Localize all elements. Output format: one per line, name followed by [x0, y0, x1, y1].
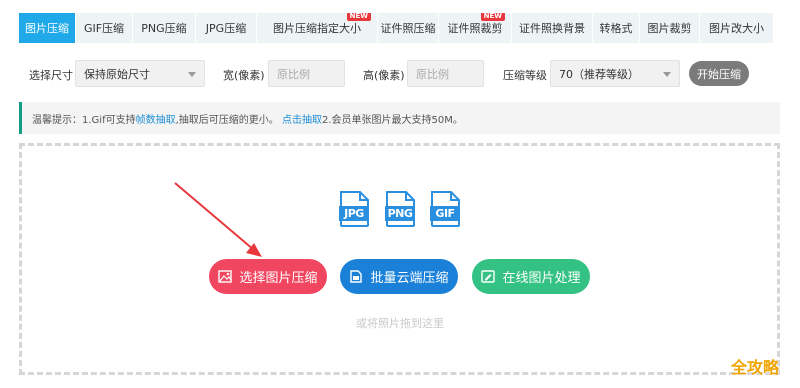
click-extract-link[interactable]: 点击抽取	[282, 111, 322, 126]
select-image-compress-button[interactable]: 选择图片压缩	[209, 259, 327, 294]
height-label: 高(像素)	[363, 69, 405, 82]
height-input[interactable]: 原比例	[407, 60, 484, 87]
compress-level-label: 压缩等级	[503, 69, 547, 82]
tool-tab-bar: 图片压缩 GIF压缩 PNG压缩 JPG压缩 图片压缩指定大小 NEW 证件照压缩…	[19, 13, 774, 43]
tab-label: 证件照换背景	[519, 22, 585, 35]
tab-label: 图片改大小	[709, 22, 764, 35]
width-placeholder: 原比例	[277, 67, 310, 81]
tab-gif-compress[interactable]: GIF压缩	[76, 13, 132, 43]
tab-label: GIF压缩	[83, 22, 125, 35]
png-label: PNG	[387, 207, 413, 220]
compress-level-value: 70（推荐等级）	[559, 67, 639, 81]
notice-prefix: 温馨提示：1.Gif可支持	[32, 114, 136, 126]
tab-convert-format[interactable]: 转格式	[593, 13, 639, 43]
batch-cloud-compress-label: 批量云端压缩	[370, 271, 449, 286]
online-image-edit-button[interactable]: 在线图片处理	[472, 259, 590, 294]
tab-compress-to-size[interactable]: 图片压缩指定大小 NEW	[257, 13, 377, 43]
notice-middle: ,抽取后可压缩的更小。	[175, 114, 279, 126]
new-badge: NEW	[346, 13, 371, 21]
tab-image-resize[interactable]: 图片改大小	[700, 13, 773, 43]
frame-extract-link[interactable]: 帧数抽取	[136, 111, 176, 126]
tab-label: 证件照裁剪	[447, 22, 503, 35]
watermark-logo: 全攻略	[731, 358, 780, 377]
tab-label: JPG压缩	[205, 22, 247, 35]
gif-file-icon: GIF	[430, 191, 460, 227]
tab-jpg-compress[interactable]: JPG压缩	[196, 13, 256, 43]
chevron-down-icon	[188, 72, 196, 77]
tab-label: 图片压缩	[25, 22, 69, 35]
tab-label: 转格式	[599, 22, 633, 35]
jpg-file-icon: JPG	[339, 191, 369, 227]
tab-label: 图片裁剪	[647, 22, 692, 35]
select-image-compress-label: 选择图片压缩	[239, 271, 318, 286]
size-label: 选择尺寸	[29, 69, 73, 82]
start-compress-button[interactable]: 开始压缩	[689, 61, 749, 86]
width-label: 宽(像素)	[223, 69, 265, 82]
drop-hint-text: 或将照片拖到这里	[356, 317, 444, 330]
tab-label: 证件照压缩	[380, 22, 436, 35]
size-select-value: 保持原始尺寸	[84, 67, 150, 81]
png-file-icon: PNG	[385, 191, 415, 227]
tab-image-crop[interactable]: 图片裁剪	[640, 13, 699, 43]
tab-label: PNG压缩	[141, 22, 187, 35]
tip-notice: 温馨提示：1.Gif可支持 帧数抽取 ,抽取后可压缩的更小。 点击抽取 2.会员单张…	[19, 102, 780, 134]
size-select[interactable]: 保持原始尺寸	[75, 60, 205, 87]
new-badge: NEW	[480, 13, 505, 21]
tab-id-photo-compress[interactable]: 证件照压缩	[378, 13, 438, 43]
gif-label: GIF	[435, 207, 455, 220]
tab-label: 图片压缩指定大小	[273, 22, 361, 35]
tab-id-photo-crop[interactable]: 证件照裁剪 NEW	[439, 13, 511, 43]
zip-file-icon	[350, 270, 363, 283]
compress-level-select[interactable]: 70（推荐等级）	[550, 60, 680, 87]
tab-png-compress[interactable]: PNG压缩	[133, 13, 195, 43]
batch-cloud-compress-button[interactable]: 批量云端压缩	[340, 259, 458, 294]
image-edit-icon	[481, 270, 496, 283]
height-placeholder: 原比例	[416, 67, 449, 81]
online-image-edit-label: 在线图片处理	[502, 271, 581, 286]
image-add-icon	[218, 270, 233, 283]
notice-suffix: 2.会员单张图片最大支持50M。	[321, 114, 463, 126]
jpg-label: JPG	[344, 207, 364, 220]
chevron-down-icon	[663, 72, 671, 77]
tab-image-compress[interactable]: 图片压缩	[19, 13, 75, 43]
width-input[interactable]: 原比例	[268, 60, 345, 87]
tab-id-photo-background[interactable]: 证件照换背景	[512, 13, 592, 43]
